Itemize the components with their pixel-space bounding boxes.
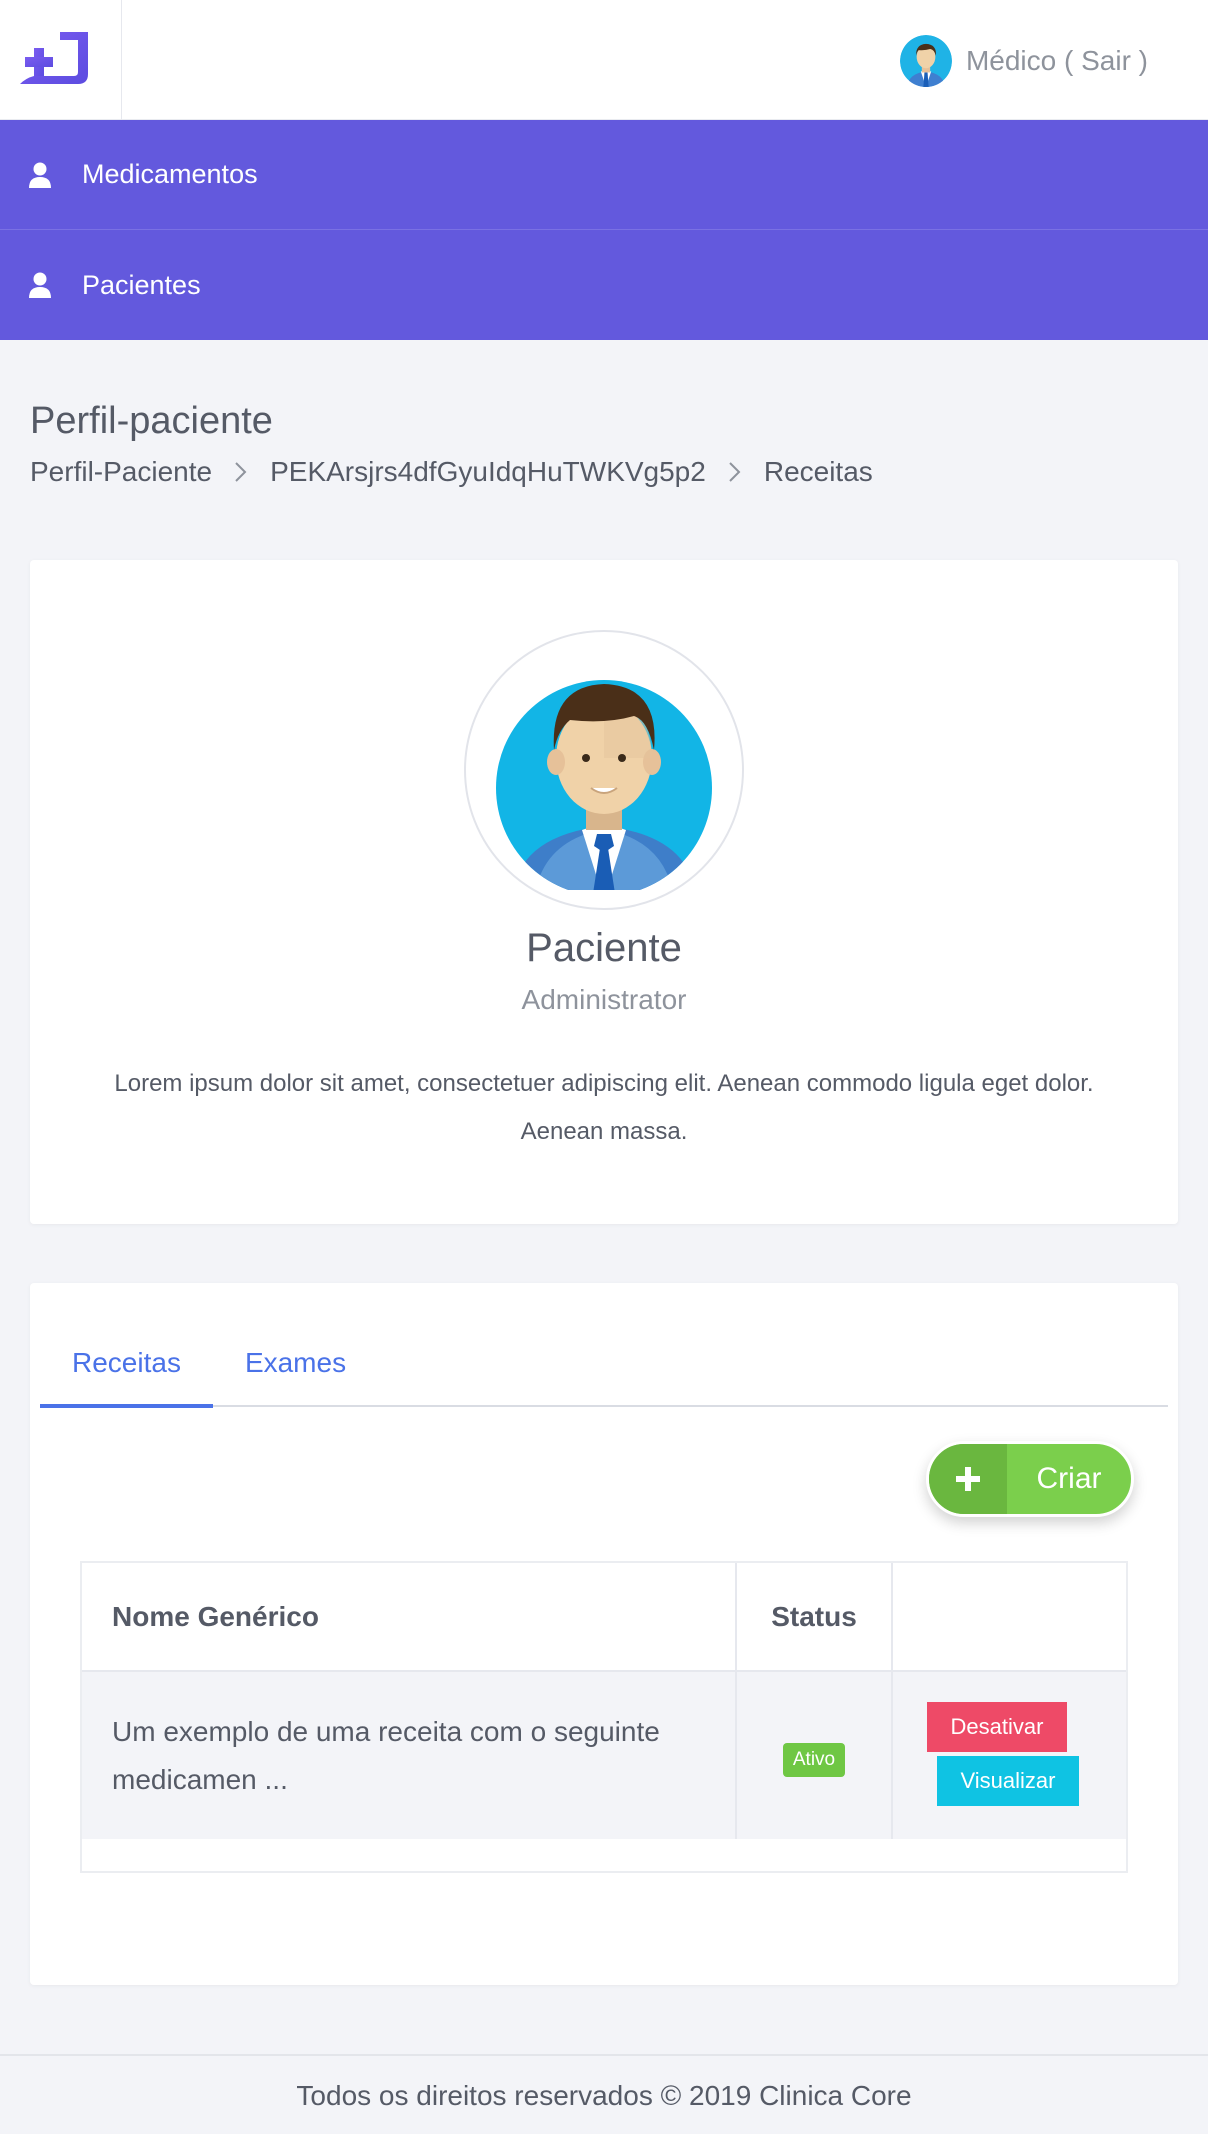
- column-header-actions: [892, 1563, 1126, 1672]
- avatar: [899, 35, 952, 87]
- cell-status: Ativo: [736, 1671, 893, 1839]
- tab-exames[interactable]: Exames: [213, 1283, 378, 1407]
- tab-bar: Receitas Exames: [40, 1283, 1168, 1408]
- cell-nome-text: Um exemplo de uma receita com o seguinte…: [112, 1715, 660, 1795]
- footer: Todos os direitos reservados © 2019 Clin…: [0, 2054, 1208, 2134]
- avatar-image: [496, 680, 712, 890]
- menu-item-label: Pacientes: [82, 269, 201, 300]
- breadcrumb-item[interactable]: PEKArsjrs4dfGyuIdqHuTWKVg5p2: [270, 456, 706, 488]
- user-label[interactable]: Médico ( Sair ): [966, 45, 1148, 77]
- action-buttons: Desativar Visualizar: [923, 1696, 1126, 1816]
- breadcrumb-current: Receitas: [763, 456, 873, 487]
- create-button-label: Criar: [1036, 1462, 1102, 1495]
- user-icon: [29, 272, 51, 298]
- deactivate-button[interactable]: Desativar: [927, 1701, 1067, 1752]
- column-header-nome: Nome Genérico: [82, 1563, 737, 1672]
- logo-icon: [20, 32, 88, 84]
- cell-actions: Desativar Visualizar: [892, 1671, 1126, 1839]
- profile-name: Paciente: [526, 926, 682, 970]
- table-row: Um exemplo de uma receita com o seguinte…: [82, 1671, 1126, 1839]
- user-menu[interactable]: Médico ( Sair ): [899, 34, 1148, 88]
- column-header-status: Status: [736, 1563, 893, 1672]
- page-title: Perfil-paciente: [30, 400, 273, 442]
- view-button[interactable]: Visualizar: [937, 1755, 1079, 1806]
- breadcrumb-item[interactable]: Perfil-Paciente: [30, 456, 212, 488]
- create-button[interactable]: Criar: [926, 1441, 1134, 1517]
- logo[interactable]: [0, 0, 122, 120]
- cell-nome: Um exemplo de uma receita com o seguinte…: [82, 1671, 737, 1839]
- top-header: Médico ( Sair ): [0, 0, 1208, 120]
- profile-card: Paciente Administrator Lorem ipsum dolor…: [30, 560, 1178, 1224]
- status-badge: Ativo: [782, 1742, 846, 1777]
- menu-item-pacientes[interactable]: Pacientes: [0, 230, 1208, 340]
- menu-item-medicamentos[interactable]: Medicamentos: [0, 120, 1208, 230]
- table-header-row: Nome Genérico Status: [82, 1563, 1126, 1672]
- profile-avatar: [464, 630, 744, 910]
- profile-description: Lorem ipsum dolor sit amet, consectetuer…: [114, 1070, 1094, 1145]
- prescriptions-table: Nome Genérico Status Um exemplo de uma r…: [80, 1561, 1128, 1873]
- chevron-right-icon: [235, 462, 247, 482]
- profile-role: Administrator: [521, 984, 687, 1015]
- breadcrumb: Perfil-Paciente PEKArsjrs4dfGyuIdqHuTWKV…: [30, 456, 873, 488]
- chevron-right-icon: [729, 462, 741, 482]
- main-menu: Medicamentos Pacientes: [0, 120, 1208, 340]
- menu-item-label: Medicamentos: [82, 159, 258, 189]
- records-card: Receitas Exames Criar Nome Genérico Stat…: [30, 1283, 1178, 1985]
- plus-icon: [929, 1444, 1007, 1514]
- user-icon: [29, 162, 51, 188]
- tab-receitas[interactable]: Receitas: [40, 1283, 213, 1408]
